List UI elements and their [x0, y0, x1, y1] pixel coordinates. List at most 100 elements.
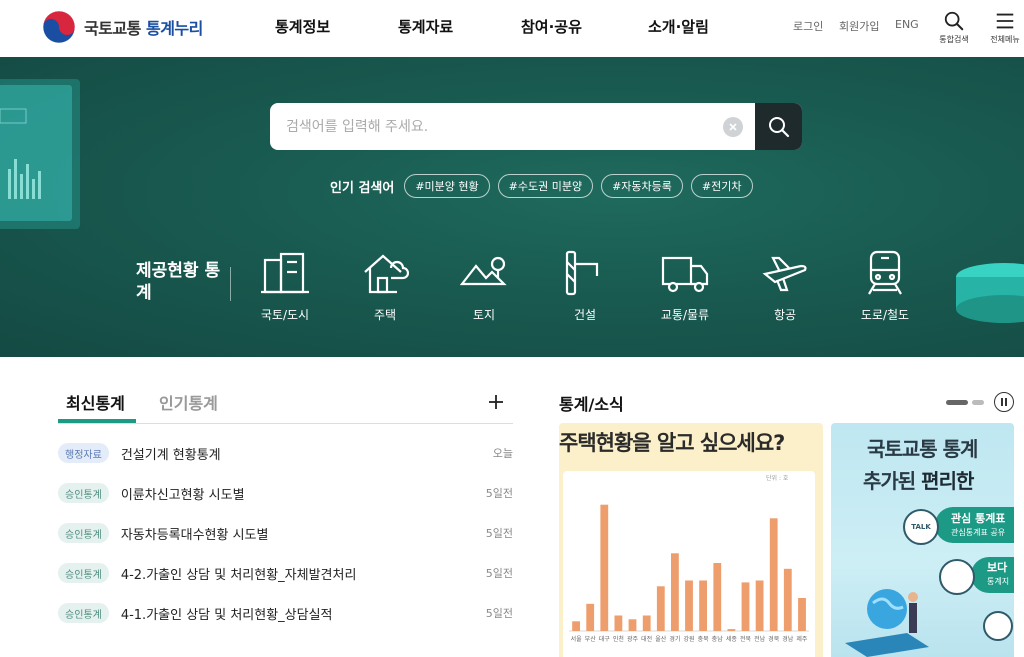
category-land-city[interactable]: 국토/도시: [250, 250, 320, 323]
chart-tick-label: 광주: [627, 636, 639, 643]
chart-tick-label: 충북: [698, 635, 710, 643]
status-badge: 승인통계: [58, 603, 109, 623]
chart-bar: [586, 603, 595, 631]
tab-popular-stats[interactable]: 인기통계: [159, 390, 218, 414]
dashboard-illustration-icon: [0, 79, 80, 229]
login-link[interactable]: 로그인: [793, 18, 823, 34]
taegeuk-logo-icon: [42, 10, 76, 44]
list-item-title[interactable]: 자동차등록대수현황 시도별: [121, 524, 269, 543]
signup-link[interactable]: 회원가입: [839, 18, 879, 34]
close-icon: [729, 122, 737, 131]
site-header: 국토교통 통계누리 통계정보 통계자료 참여·공유 소개·알림 로그인 회원가입…: [0, 0, 1024, 57]
nav-item-participate[interactable]: 참여·공유: [521, 16, 582, 37]
chart-bar: [685, 580, 693, 631]
nav-item-about[interactable]: 소개·알림: [648, 16, 709, 37]
list-item-title[interactable]: 건설기계 현황통계: [121, 444, 221, 463]
full-menu-button[interactable]: 전체메뉴: [985, 10, 1024, 50]
popular-tag[interactable]: #미분양 현황: [404, 174, 490, 198]
category-construction[interactable]: 건설: [550, 250, 620, 323]
chart-tick-label: 전북: [740, 635, 752, 643]
category-road-railway[interactable]: 도로/철도: [850, 250, 920, 323]
category-label: 주택: [373, 308, 397, 322]
list-item-date: 오늘: [492, 447, 513, 460]
divider: [230, 267, 231, 301]
chart-bar: [572, 621, 580, 631]
list-item-title[interactable]: 이륜차신고현황 시도별: [121, 484, 245, 503]
list-item[interactable]: 승인통계 4-2.가출인 상담 및 처리현황_자체발견처리 5일전: [58, 553, 513, 593]
chart-bar: [656, 586, 665, 631]
full-menu-caption: 전체메뉴: [990, 35, 1020, 44]
chart-bar: [741, 582, 750, 631]
carousel-dot-active[interactable]: [946, 399, 968, 405]
nav-item-stat-data[interactable]: 통계자료: [398, 16, 453, 37]
category-label: 건설: [573, 308, 597, 322]
category-housing[interactable]: 주택: [350, 250, 420, 323]
nav-item-stat-info[interactable]: 통계정보: [275, 16, 330, 37]
chart-tick-label: 전남: [754, 635, 766, 643]
list-item[interactable]: 승인통계 4-1.가출인 상담 및 처리현황_상담실적 5일전: [58, 593, 513, 633]
news-card-housing[interactable]: 주택현황을 알고 싶으세요? 단위 : 호 서울 부산 대구 인천 광주 대전 울산 경기 강원…: [559, 423, 823, 657]
chart-bar: [783, 568, 792, 631]
news-section-title: 통계/소식: [559, 395, 624, 414]
popular-tag[interactable]: #자동차등록: [601, 174, 683, 198]
carousel-dot[interactable]: [972, 399, 984, 405]
list-item-date: 5일전: [485, 527, 513, 540]
chart-tick-label: 경남: [782, 635, 794, 643]
house-icon: [364, 254, 409, 294]
chart-bar: [600, 504, 609, 631]
chart-tick-label: 경북: [768, 636, 780, 643]
search-icon: [944, 11, 964, 31]
feature-subtitle: 관심통계표 공유: [951, 528, 1006, 537]
list-item-title[interactable]: 4-1.가출인 상담 및 처리현황_상담실적: [121, 604, 333, 623]
heading-emphasis: 편리한: [921, 469, 974, 493]
chart-bar: [769, 518, 778, 631]
hamburger-menu-icon: [996, 13, 1014, 29]
site-logo[interactable]: 국토교통 통계누리: [42, 9, 203, 45]
list-item-title[interactable]: 4-2.가출인 상담 및 처리현황_자체발견처리: [121, 564, 357, 583]
chart-tick-label: 대전: [641, 635, 652, 643]
chart-tick-label: 강원: [683, 635, 694, 643]
clear-search-button[interactable]: [723, 116, 743, 137]
tab-latest-stats[interactable]: 최신통계: [66, 390, 125, 414]
feature-title: 보다: [987, 561, 1008, 574]
popular-tag[interactable]: #수도권 미분양: [497, 174, 594, 198]
category-land[interactable]: 토지: [449, 250, 519, 323]
chart-bar: [614, 615, 623, 631]
list-item[interactable]: 승인통계 자동차등록대수현황 시도별 5일전: [58, 513, 513, 553]
category-aviation[interactable]: 항공: [750, 250, 820, 323]
popular-keywords: 인기 검색어 #미분양 현황 #수도권 미분양 #자동차등록 #전기차: [330, 173, 753, 199]
main-search-box: [270, 103, 802, 150]
list-item-date: 5일전: [485, 487, 513, 500]
pause-icon: [1001, 398, 1003, 406]
list-item-date: 5일전: [485, 567, 513, 580]
chart-bar: [713, 563, 722, 631]
globe-tablet-illustration-icon: [845, 589, 929, 657]
list-item[interactable]: 행정자료 건설기계 현황통계 오늘: [58, 433, 513, 473]
category-label: 항공: [773, 308, 797, 322]
chart-tick-label: 충남: [712, 635, 724, 643]
hero-banner: 인기 검색어 #미분양 현황 #수도권 미분양 #자동차등록 #전기차 제공현황…: [0, 57, 1024, 357]
talk-bubble-icon: TALK: [903, 509, 939, 545]
category-label: 도로/철도: [860, 308, 910, 322]
news-card-new-features[interactable]: 국토교통 통계 추가된 편리한 관심 통계표 관심통계표 공유 보다 통계지 T…: [831, 423, 1014, 657]
building-icon: [261, 252, 309, 294]
pause-button[interactable]: [994, 392, 1014, 412]
category-label: 토지: [472, 308, 496, 322]
total-search-button[interactable]: 통합검색: [934, 10, 974, 50]
main-search-button[interactable]: [755, 103, 802, 150]
more-plus-icon[interactable]: [486, 392, 506, 412]
category-traffic-logistics[interactable]: 교통/물류: [650, 250, 720, 323]
chart-bar: [642, 615, 651, 631]
english-link[interactable]: ENG: [895, 18, 919, 31]
status-badge: 승인통계: [58, 483, 109, 503]
status-badge: 승인통계: [58, 523, 109, 543]
popular-tag[interactable]: #전기차: [690, 174, 753, 198]
list-item[interactable]: 승인통계 이륜차신고현황 시도별 5일전: [58, 473, 513, 513]
main-search-input[interactable]: [270, 103, 723, 150]
chart-tick-label: 제주: [796, 635, 808, 643]
logo-text-main: 국토교통: [84, 19, 141, 38]
chart-tick-label: 세종: [726, 635, 738, 643]
total-search-caption: 통합검색: [939, 35, 969, 44]
category-label: 교통/물류: [660, 308, 710, 322]
chart-bar: [628, 619, 637, 631]
